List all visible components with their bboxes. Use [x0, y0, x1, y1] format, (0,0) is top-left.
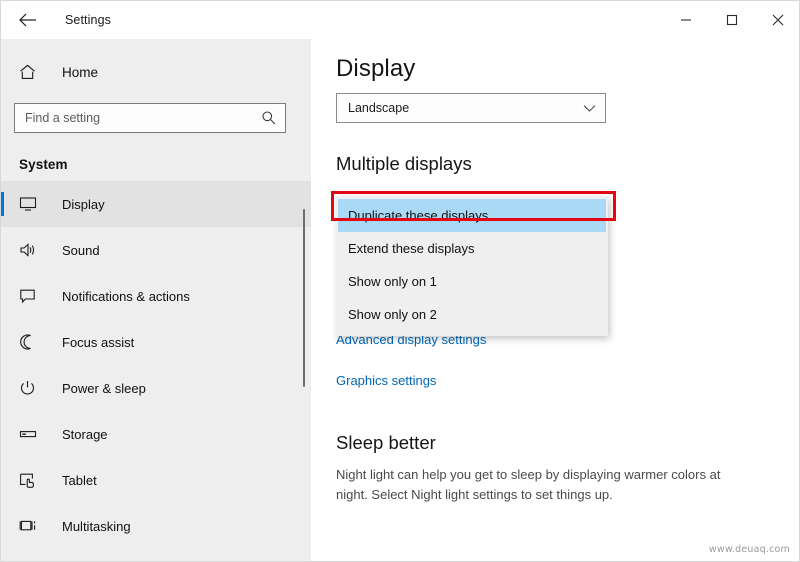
home-label: Home [62, 64, 99, 80]
sidebar-item-label: Sound [62, 242, 100, 258]
search-box[interactable] [14, 103, 286, 133]
minimize-icon [681, 19, 691, 21]
dropdown-option-show-only-2[interactable]: Show only on 2 [336, 298, 608, 331]
search-icon[interactable] [261, 110, 276, 130]
multiple-displays-dropdown-list[interactable]: Duplicate these displays Extend these di… [336, 196, 608, 336]
power-icon [19, 380, 41, 396]
sidebar-item-label: Power & sleep [62, 380, 146, 396]
orientation-dropdown[interactable]: Landscape [336, 93, 606, 123]
back-button[interactable] [5, 3, 51, 37]
sidebar-item-display[interactable]: Display [1, 181, 311, 227]
watermark: www.deuaq.com [708, 544, 790, 555]
sidebar-nav-list: Display Sound Notifications & actions Fo… [1, 181, 311, 549]
speaker-icon [19, 242, 41, 258]
sidebar-item-label: Focus assist [62, 334, 135, 350]
chat-bubble-icon [19, 288, 41, 304]
multitasking-icon [19, 518, 41, 534]
sidebar-item-label: Display [62, 196, 105, 212]
sidebar: Home System Display [1, 39, 311, 561]
sidebar-item-label: Storage [62, 426, 108, 442]
sidebar-section-title: System [19, 157, 68, 172]
window-controls [663, 1, 799, 39]
multiple-displays-heading: Multiple displays [336, 153, 472, 174]
home-icon [19, 64, 41, 80]
title-bar: Settings [1, 1, 799, 39]
graphics-settings-link[interactable]: Graphics settings [336, 373, 799, 388]
sleep-better-heading: Sleep better [336, 432, 436, 453]
maximize-button[interactable] [709, 1, 755, 39]
monitor-icon [19, 196, 41, 212]
minimize-button[interactable] [663, 1, 709, 39]
dropdown-option-duplicate[interactable]: Duplicate these displays [338, 199, 606, 232]
moon-icon [19, 334, 41, 350]
orientation-value: Landscape [348, 101, 410, 115]
sidebar-item-label: Notifications & actions [62, 288, 190, 304]
sidebar-item-storage[interactable]: Storage [1, 411, 311, 457]
sidebar-item-home[interactable]: Home [1, 56, 311, 88]
sidebar-item-multitasking[interactable]: Multitasking [1, 503, 311, 549]
close-button[interactable] [755, 1, 799, 39]
sidebar-scrollbar-thumb[interactable] [303, 209, 305, 387]
sidebar-item-label: Tablet [62, 472, 97, 488]
sidebar-item-label: Multitasking [62, 518, 131, 534]
sleep-better-body: Night light can help you get to sleep by… [336, 467, 721, 502]
tablet-hand-icon [19, 472, 41, 488]
search-input[interactable] [15, 104, 257, 132]
page-title: Display [336, 55, 416, 82]
dropdown-option-show-only-1[interactable]: Show only on 1 [336, 265, 608, 298]
sidebar-item-focus-assist[interactable]: Focus assist [1, 319, 311, 365]
dropdown-option-extend[interactable]: Extend these displays [336, 232, 608, 265]
maximize-icon [726, 14, 738, 26]
sidebar-item-notifications[interactable]: Notifications & actions [1, 273, 311, 319]
main-content: Display Landscape Multiple displays Dupl… [311, 39, 799, 561]
sidebar-item-sound[interactable]: Sound [1, 227, 311, 273]
sidebar-item-power-and-sleep[interactable]: Power & sleep [1, 365, 311, 411]
window-title: Settings [65, 13, 111, 27]
back-arrow-icon [19, 13, 36, 27]
drive-icon [19, 426, 41, 442]
settings-window: Settings Home Find a setting System Disp… [0, 0, 800, 562]
chevron-down-icon [583, 104, 596, 113]
close-icon [772, 14, 784, 26]
sidebar-item-tablet[interactable]: Tablet [1, 457, 311, 503]
